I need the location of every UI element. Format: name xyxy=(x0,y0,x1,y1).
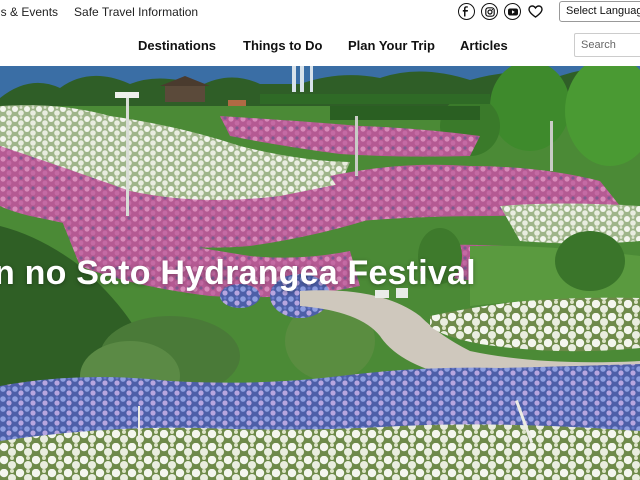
utility-bar: gs & Events Safe Travel Information Sele… xyxy=(0,0,640,24)
utility-links: gs & Events Safe Travel Information xyxy=(0,5,198,19)
facebook-icon[interactable] xyxy=(458,3,475,20)
nav-plan-your-trip[interactable]: Plan Your Trip xyxy=(348,38,435,53)
safe-travel-link[interactable]: Safe Travel Information xyxy=(74,5,198,19)
main-nav: Destinations Things to Do Plan Your Trip… xyxy=(0,26,640,66)
hero-title: n no Sato Hydrangea Festival xyxy=(0,254,476,292)
instagram-icon[interactable] xyxy=(481,3,498,20)
social-links xyxy=(458,3,544,20)
hero-banner: n no Sato Hydrangea Festival xyxy=(0,66,640,480)
search-input[interactable] xyxy=(574,33,640,57)
heart-icon[interactable] xyxy=(527,3,544,20)
nav-destinations[interactable]: Destinations xyxy=(138,38,216,53)
language-select[interactable]: Select Language xyxy=(559,1,640,22)
events-link[interactable]: gs & Events xyxy=(0,5,58,19)
nav-articles[interactable]: Articles xyxy=(460,38,508,53)
nav-things-to-do[interactable]: Things to Do xyxy=(243,38,322,53)
youtube-icon[interactable] xyxy=(504,3,521,20)
